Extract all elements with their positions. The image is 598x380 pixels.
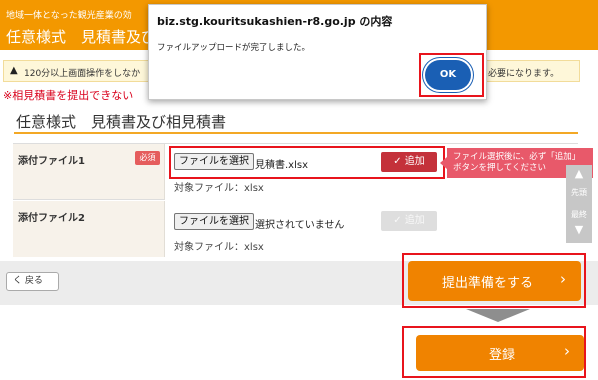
warning-text-left: 120分以上画面操作をしなか	[24, 69, 141, 79]
scroll-top-link[interactable]: 先頭	[566, 187, 592, 198]
chevron-down-icon[interactable]: ▼	[566, 223, 592, 236]
row1-target-ext: 対象ファイル：xlsx	[174, 183, 264, 194]
section-divider	[14, 132, 578, 134]
highlight-frame-file1	[169, 146, 445, 179]
dialog-message: ファイルアップロードが完了しました。	[157, 43, 311, 53]
row2-label-cell: 添付ファイル2	[13, 201, 165, 257]
warning-icon: ▲	[10, 65, 18, 76]
dialog-title: biz.stg.kouritsukashien-r8.go.jp の内容	[157, 15, 393, 28]
scroll-nav: ▲ 先頭 最終 ▼	[566, 165, 592, 243]
highlight-frame-ok	[419, 53, 484, 97]
row2-label: 添付ファイル2	[18, 213, 85, 224]
warning-text-right: 必要になります。	[488, 69, 560, 79]
header-title: 任意様式 見積書及び	[6, 28, 157, 46]
flow-down-arrow	[466, 309, 530, 322]
row2-file-select-button[interactable]: ファイルを選択	[174, 213, 254, 230]
row1-label-cell: 添付ファイル1 必須	[13, 144, 165, 200]
row2-target-ext: 対象ファイル：xlsx	[174, 242, 264, 253]
chevron-up-icon[interactable]: ▲	[566, 167, 592, 180]
header-subtitle: 地域一体となった観光産業の効	[6, 11, 132, 21]
row1-label: 添付ファイル1	[18, 156, 85, 167]
highlight-frame-prepare	[402, 253, 586, 308]
row2-file-name: 選択されていません	[255, 220, 345, 231]
scroll-bottom-link[interactable]: 最終	[566, 209, 592, 220]
section-title: 任意様式 見積書及び相見積書	[16, 113, 227, 131]
row2-add-button[interactable]: ✓ 追加	[381, 211, 437, 231]
tooltip-line1: ファイル選択後に、必ず「追加」	[453, 152, 581, 162]
note-text: ※相見積書を提出できない	[3, 89, 134, 102]
tooltip-arrow	[440, 157, 447, 169]
back-button[interactable]: く 戻る	[6, 272, 59, 291]
highlight-frame-register	[402, 326, 586, 378]
required-badge: 必須	[135, 151, 160, 165]
